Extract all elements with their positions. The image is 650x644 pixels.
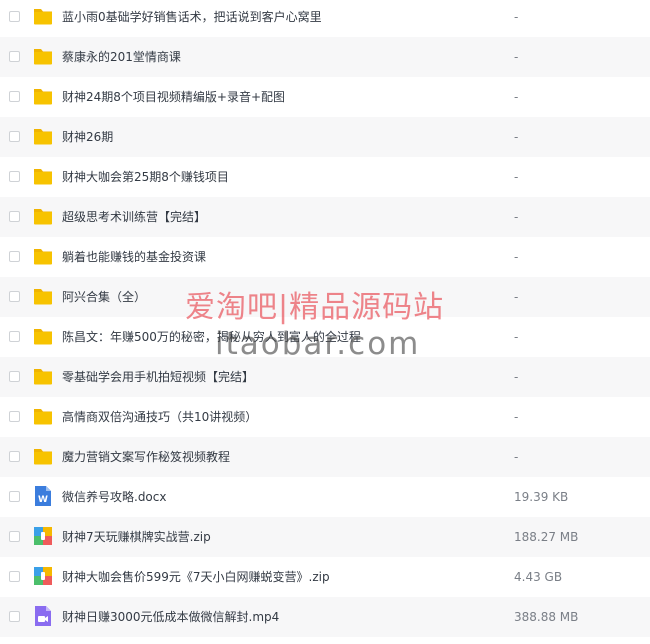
row-checkbox[interactable]: [9, 11, 20, 22]
file-size: -: [514, 210, 519, 224]
file-name[interactable]: 超级思考术训练营【完结】: [62, 197, 206, 237]
row-checkbox[interactable]: [9, 251, 20, 262]
file-size: -: [514, 330, 519, 344]
file-name[interactable]: 蔡康永的201堂情商课: [62, 37, 181, 77]
file-name[interactable]: 财神26期: [62, 117, 113, 157]
file-row[interactable]: 躺着也能赚钱的基金投资课 -: [0, 237, 650, 277]
row-checkbox[interactable]: [9, 171, 20, 182]
folder-icon: [33, 165, 53, 187]
file-row[interactable]: W 微信养号攻略.docx 19.39 KB: [0, 477, 650, 517]
file-size: -: [514, 290, 519, 304]
folder-icon: [33, 245, 53, 267]
file-row[interactable]: 零基础学会用手机拍短视频【完结】 -: [0, 357, 650, 397]
file-row[interactable]: 阿兴合集（全） -: [0, 277, 650, 317]
file-row[interactable]: 魔力营销文案写作秘笈视频教程 -: [0, 437, 650, 477]
file-size: 4.43 GB: [514, 570, 563, 584]
row-checkbox[interactable]: [9, 611, 20, 622]
file-row[interactable]: 蔡康永的201堂情商课 -: [0, 37, 650, 77]
file-row[interactable]: 财神大咖会第25期8个赚钱项目 -: [0, 157, 650, 197]
row-checkbox[interactable]: [9, 491, 20, 502]
file-size: -: [514, 90, 519, 104]
row-checkbox[interactable]: [9, 131, 20, 142]
file-name[interactable]: 财神7天玩赚棋牌实战营.zip: [62, 517, 211, 557]
row-checkbox[interactable]: [9, 51, 20, 62]
file-name[interactable]: 魔力营销文案写作秘笈视频教程: [62, 437, 230, 477]
zip-archive-icon: [33, 525, 53, 547]
row-checkbox[interactable]: [9, 451, 20, 462]
file-row[interactable]: 高情商双倍沟通技巧（共10讲视频） -: [0, 397, 650, 437]
file-size: -: [514, 10, 519, 24]
file-row[interactable]: 陈昌文：年赚500万的秘密，揭秘从穷人到富人的全过程 -: [0, 317, 650, 357]
file-size: -: [514, 370, 519, 384]
row-checkbox[interactable]: [9, 371, 20, 382]
row-checkbox[interactable]: [9, 411, 20, 422]
file-size: -: [514, 170, 519, 184]
folder-icon: [33, 45, 53, 67]
folder-icon: [33, 445, 53, 467]
file-size: -: [514, 450, 519, 464]
folder-icon: [33, 5, 53, 27]
file-size: 388.88 MB: [514, 610, 579, 624]
file-row[interactable]: 财神26期 -: [0, 117, 650, 157]
row-checkbox[interactable]: [9, 211, 20, 222]
folder-icon: [33, 125, 53, 147]
file-size: -: [514, 50, 519, 64]
file-name[interactable]: 财神24期8个项目视频精编版+录音+配图: [62, 77, 285, 117]
file-name[interactable]: 财神大咖会售价599元《7天小白网赚蜕变营》.zip: [62, 557, 330, 597]
file-size: 19.39 KB: [514, 490, 569, 504]
row-checkbox[interactable]: [9, 531, 20, 542]
file-size: -: [514, 250, 519, 264]
file-size: -: [514, 410, 519, 424]
file-row[interactable]: 超级思考术训练营【完结】 -: [0, 197, 650, 237]
folder-icon: [33, 205, 53, 227]
folder-icon: [33, 325, 53, 347]
file-name[interactable]: 财神大咖会第25期8个赚钱项目: [62, 157, 229, 197]
file-name[interactable]: 阿兴合集（全）: [62, 277, 146, 317]
file-list: 蓝小雨0基础学好销售话术，把话说到客户心窝里 - 蔡康永的201堂情商课 - 财神24期…: [0, 0, 650, 644]
file-size: -: [514, 130, 519, 144]
folder-icon: [33, 85, 53, 107]
file-name[interactable]: 高情商双倍沟通技巧（共10讲视频）: [62, 397, 257, 437]
file-name[interactable]: 陈昌文：年赚500万的秘密，揭秘从穷人到富人的全过程: [62, 317, 361, 357]
word-doc-icon: W: [33, 485, 53, 507]
file-row[interactable]: 财神24期8个项目视频精编版+录音+配图 -: [0, 77, 650, 117]
zip-archive-icon: [33, 565, 53, 587]
file-row[interactable]: 财神日赚3000元低成本做微信解封.mp4 388.88 MB: [0, 597, 650, 637]
file-name[interactable]: 零基础学会用手机拍短视频【完结】: [62, 357, 254, 397]
row-checkbox[interactable]: [9, 331, 20, 342]
row-checkbox[interactable]: [9, 91, 20, 102]
row-checkbox[interactable]: [9, 291, 20, 302]
file-name[interactable]: 微信养号攻略.docx: [62, 477, 166, 517]
folder-icon: [33, 405, 53, 427]
row-checkbox[interactable]: [9, 571, 20, 582]
folder-icon: [33, 365, 53, 387]
folder-icon: [33, 285, 53, 307]
file-row[interactable]: 财神7天玩赚棋牌实战营.zip 188.27 MB: [0, 517, 650, 557]
video-file-icon: [33, 605, 53, 627]
svg-text:W: W: [38, 495, 48, 505]
file-name[interactable]: 财神日赚3000元低成本做微信解封.mp4: [62, 597, 279, 637]
file-row[interactable]: 财神大咖会售价599元《7天小白网赚蜕变营》.zip 4.43 GB: [0, 557, 650, 597]
file-row[interactable]: 蓝小雨0基础学好销售话术，把话说到客户心窝里 -: [0, 0, 650, 37]
file-size: 188.27 MB: [514, 530, 579, 544]
file-name[interactable]: 蓝小雨0基础学好销售话术，把话说到客户心窝里: [62, 0, 322, 37]
file-name[interactable]: 躺着也能赚钱的基金投资课: [62, 237, 206, 277]
